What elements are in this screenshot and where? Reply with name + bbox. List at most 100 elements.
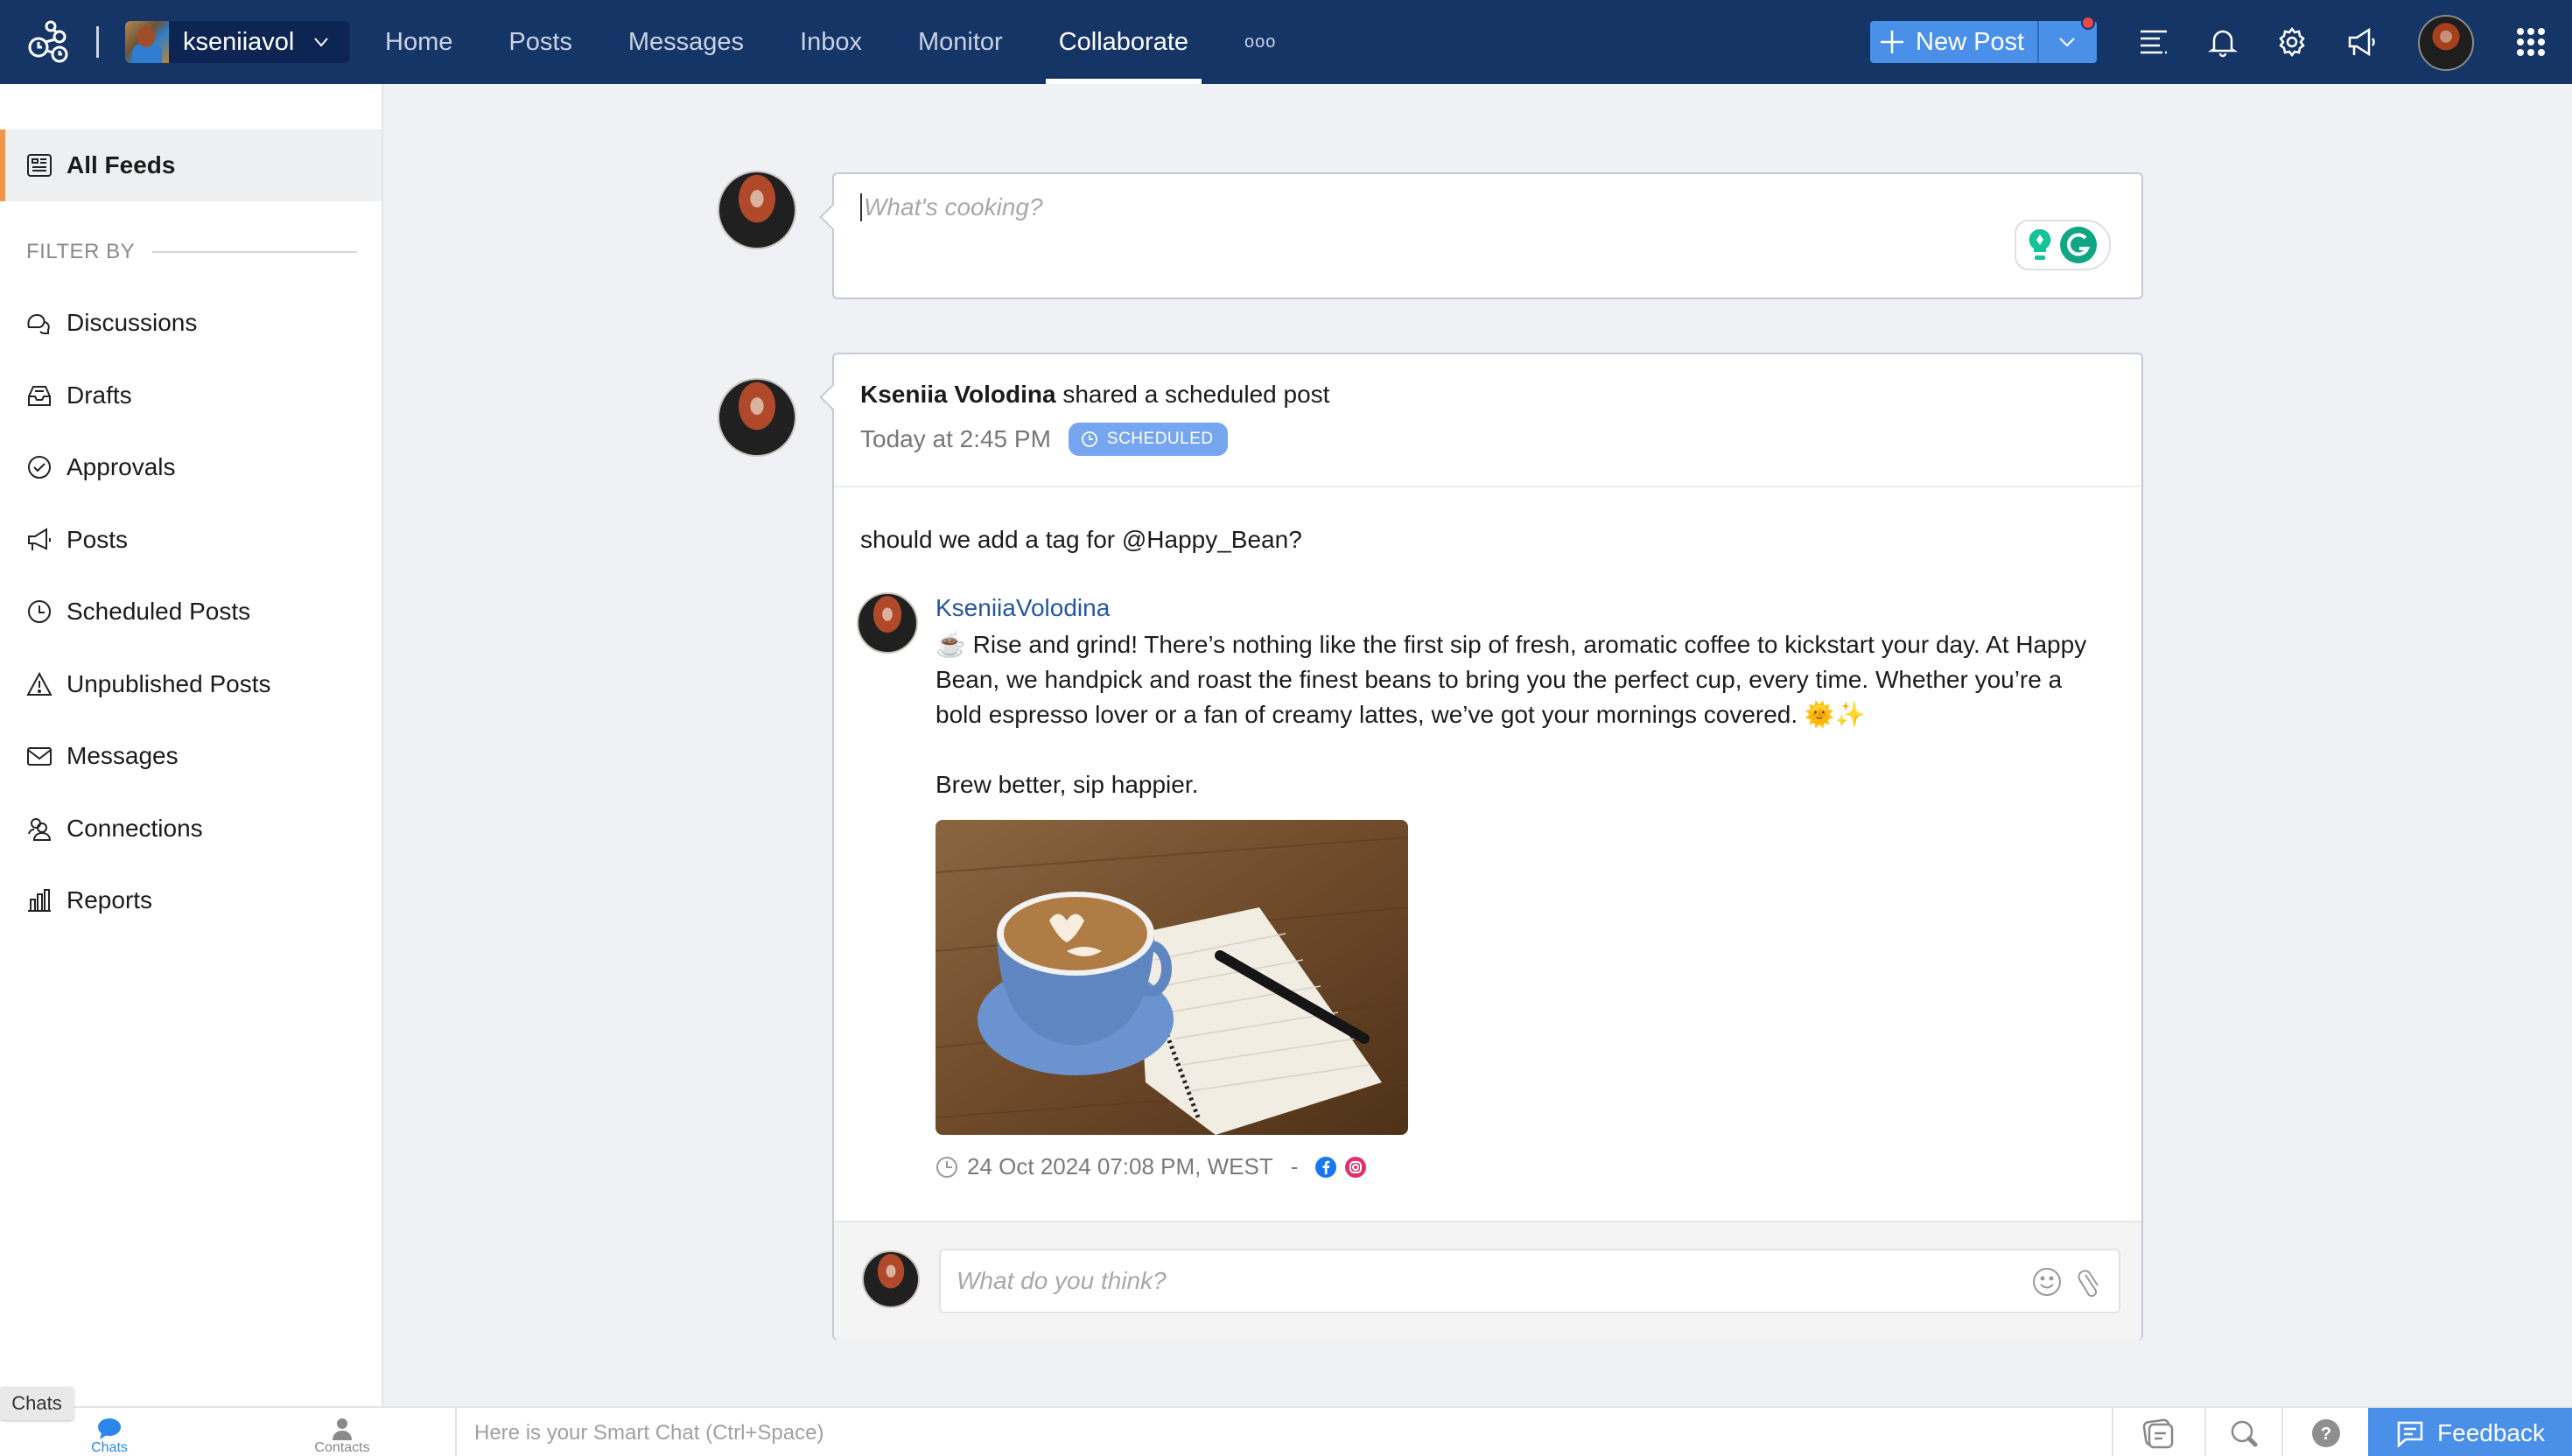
post-comment-text: should we add a tag for @Happy_Bean? [860,526,1302,553]
new-post-main[interactable]: New Post [1870,21,2039,63]
badge-label: SCHEDULED [1106,430,1214,448]
gear-icon[interactable] [2276,26,2308,58]
shared-author-avatar [857,592,918,654]
main-nav: Home Posts Messages Inbox Monitor Collab… [385,0,1276,84]
post-time: Today at 2:45 PM [860,425,1051,452]
reply-placeholder: What do you think? [957,1267,1167,1294]
megaphone-icon [28,527,51,550]
sidebar-item-label: Reports [67,886,153,914]
feedback-icon [2397,1421,2423,1448]
paperclip-icon[interactable] [2075,1266,2106,1298]
post-action: shared a scheduled post [1062,381,1330,408]
notes-stack-icon [2142,1418,2174,1448]
envelope-icon [27,747,52,766]
sidebar-item-label: Scheduled Posts [67,598,251,626]
contacts-tab[interactable]: Contacts [306,1408,378,1456]
facebook-icon[interactable] [1315,1156,1337,1178]
composer-card[interactable]: What's cooking? [832,172,2143,299]
filter-by-label: FILTER BY [26,240,136,263]
bar-chart-icon [28,889,51,913]
sidebar-item-discussions[interactable]: Discussions [0,287,382,360]
nav-home[interactable]: Home [385,0,452,84]
shared-author-link[interactable]: KseniiaVolodina [936,594,1110,622]
post-meta: Today at 2:45 PM SCHEDULED [860,423,1329,456]
clock-icon [28,600,51,624]
post-title: Kseniia Volodina shared a scheduled post [860,381,1329,409]
coffee-photo [936,820,1408,1135]
top-header: kseniiavol Home Posts Messages Inbox Mon… [0,0,2572,84]
reply-input[interactable]: What do you think? [939,1249,2120,1313]
post-author-avatar[interactable] [718,378,796,457]
chats-tooltip: Chats [0,1387,74,1420]
sidebar-item-label: All Feeds [67,151,176,178]
megaphone-icon[interactable] [2346,26,2378,58]
nav-posts[interactable]: Posts [508,0,572,84]
notification-dot [2081,16,2095,30]
feed-icon [27,154,52,177]
sidebar-item-drafts[interactable]: Drafts [0,360,382,432]
sidebar-item-posts[interactable]: Posts [0,504,382,577]
contacts-tab-label: Contacts [314,1440,370,1455]
bell-icon[interactable] [2207,26,2239,58]
list-icon[interactable] [2138,26,2169,58]
post-header: Kseniia Volodina shared a scheduled post… [860,381,1329,456]
sidebar-item-scheduled-posts[interactable]: Scheduled Posts [0,576,382,648]
warning-icon [26,671,53,696]
filter-by-header: FILTER BY [26,240,357,264]
sidebar-item-label: Approvals [67,453,176,481]
new-post-dropdown[interactable] [2039,36,2095,48]
grammarly-widget[interactable] [2015,220,2111,270]
new-post-button[interactable]: New Post [1870,21,2097,63]
sidebar-item-label: Discussions [67,309,198,337]
composer-input[interactable]: What's cooking? [860,193,1043,221]
sidebar-item-messages[interactable]: Messages [0,720,382,793]
separator: - [1290,1153,1299,1180]
chevron-down-icon [2059,38,2075,47]
sidebar-item-label: Drafts [67,381,132,409]
post-reply-area: What do you think? [834,1221,2141,1340]
notes-button[interactable] [2112,1408,2204,1456]
nav-monitor[interactable]: Monitor [918,0,1003,84]
users-icon [28,817,52,841]
clock-icon [936,1156,957,1178]
account-switcher[interactable]: kseniiavol [125,21,350,63]
contact-person-icon [333,1418,352,1440]
chats-tab[interactable]: Chats [79,1408,140,1456]
sidebar-item-approvals[interactable]: Approvals [0,431,382,504]
account-avatar [125,21,169,63]
feedback-button[interactable]: Feedback [2368,1408,2572,1456]
search-icon [2231,1420,2258,1446]
shared-post-body: ☕ Rise and grind! There’s nothing like t… [936,631,2087,798]
nav-messages[interactable]: Messages [628,0,744,84]
smart-chat-input[interactable]: Here is your Smart Chat (Ctrl+Space) [455,1408,2109,1456]
emoji-icon[interactable] [2031,1266,2063,1298]
instagram-icon[interactable] [1345,1156,1367,1178]
sidebar-item-reports[interactable]: Reports [0,864,382,937]
header-divider [96,26,99,58]
sidebar-item-label: Messages [67,742,179,770]
account-name: kseniiavol [183,27,295,56]
chat-bubbles-icon [27,314,50,335]
sidebar-item-unpublished-posts[interactable]: Unpublished Posts [0,648,382,721]
plus-icon [1881,31,1903,53]
filter-divider [152,251,357,253]
shared-post-image[interactable] [936,820,1408,1135]
shared-schedule-row: 24 Oct 2024 07:08 PM, WEST - [936,1153,1367,1180]
app-logo-icon[interactable] [26,19,72,65]
chat-bubble-icon [98,1418,121,1439]
nav-collaborate[interactable]: Collaborate [1045,0,1202,84]
help-button[interactable]: ? [2281,1408,2368,1456]
reply-avatar [862,1250,920,1308]
feedback-label: Feedback [2437,1418,2545,1446]
sidebar-item-label: Posts [67,525,129,553]
lightbulb-icon [2029,228,2051,260]
sidebar-item-connections[interactable]: Connections [0,793,382,865]
post-author-name[interactable]: Kseniia Volodina [860,381,1056,408]
apps-grid-icon[interactable] [2515,26,2547,58]
more-nav-icon[interactable]: ooo [1244,0,1276,84]
nav-inbox[interactable]: Inbox [800,0,862,84]
sidebar-item-all-feeds[interactable]: All Feeds [0,130,382,201]
search-button[interactable] [2204,1408,2281,1456]
inbox-tray-icon [28,385,51,406]
user-avatar[interactable] [2418,15,2474,71]
